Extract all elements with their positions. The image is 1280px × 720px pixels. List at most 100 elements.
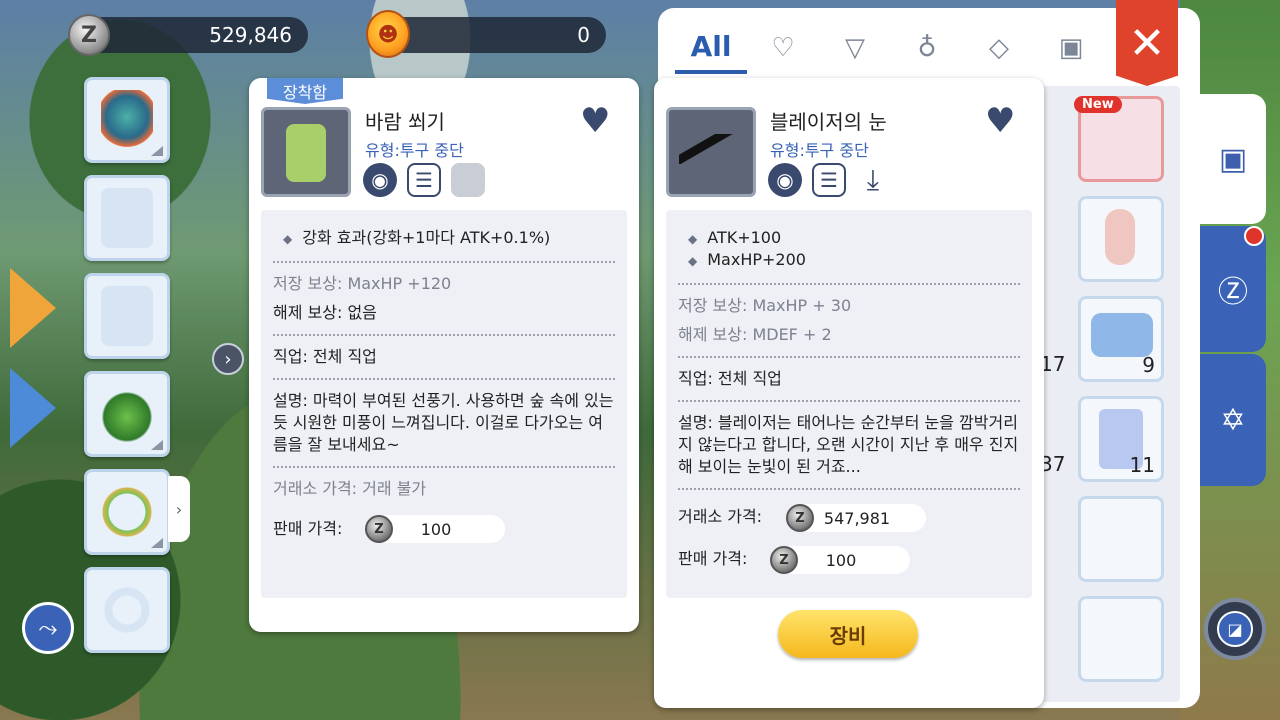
bullet-icon: ◆ [688, 254, 698, 268]
download-icon[interactable]: ⤓ [856, 163, 890, 197]
item-thumbnail [261, 107, 351, 197]
inventory-slot[interactable]: 11 [1078, 396, 1164, 482]
preview-eye-icon[interactable]: ◉ [768, 163, 802, 197]
zeny-coin-icon: Z [68, 14, 110, 56]
cape-icon [101, 286, 153, 346]
item-type: 유형:투구 중단 [770, 141, 869, 160]
tab-cosmetics[interactable]: ▣ [1035, 22, 1107, 74]
divider [678, 488, 1020, 490]
equip-button[interactable]: 장비 [778, 610, 918, 658]
bullet-icon: ◆ [688, 232, 698, 246]
unlock-reward: 해제 보상: MDEF + 2 [678, 325, 832, 344]
divider [678, 356, 1020, 358]
item-actions: ◉ ☰ [363, 163, 485, 197]
divider [273, 466, 615, 468]
shield-icon [101, 90, 153, 150]
equip-slot-armor[interactable] [84, 175, 170, 261]
divider [678, 400, 1020, 402]
zeny-coin-icon: Z [770, 546, 798, 574]
magic-circle-tab[interactable]: ✡ [1200, 354, 1266, 486]
tab-equipment[interactable]: ▽ [819, 22, 891, 74]
stat-atk: ATK+100 [707, 228, 782, 247]
heart-outline-icon: ♡ [771, 33, 795, 63]
store-reward: 저장 보상: MaxHP + 30 [678, 296, 852, 315]
notification-dot [1244, 226, 1264, 246]
equipped-tag: 장착함 [267, 78, 343, 104]
tab-consumables[interactable]: ♁ [891, 22, 963, 74]
ring-icon [101, 580, 153, 640]
next-arrow-button[interactable]: › [212, 343, 244, 375]
expand-equip-button[interactable]: › [168, 476, 190, 542]
item-thumbnail [666, 107, 756, 197]
close-button[interactable]: ✕ [1116, 0, 1178, 86]
divider [678, 283, 1020, 285]
item-actions: ◉ ☰ ⤓ [768, 163, 890, 197]
boots-icon [101, 384, 153, 444]
details-doc-icon[interactable]: ☰ [407, 163, 441, 197]
inventory-tabs: All ♡ ▽ ♁ ◇ ▣ [675, 22, 1107, 76]
item-info-box: ◆ 강화 효과(강화+1마다 ATK+0.1%) 저장 보상: MaxHP +12… [261, 210, 627, 598]
cat-coin-icon: ☻ [366, 10, 410, 58]
share-button[interactable]: ⤳ [22, 602, 74, 654]
bullet-icon: ◆ [283, 232, 293, 246]
equip-slot-necklace[interactable] [84, 469, 170, 555]
divider [273, 378, 615, 380]
sort-icon: ◪ [1217, 611, 1253, 647]
tab-favorites[interactable]: ♡ [747, 22, 819, 74]
necklace-icon [101, 482, 153, 542]
store-reward: 저장 보상: MaxHP +120 [273, 274, 452, 293]
potion-icon: ♁ [917, 33, 937, 63]
exchange-price: 거래소 가격: 거래 불가 [273, 479, 427, 498]
item-name: 바람 쐬기 [365, 110, 445, 134]
backpack-icon: ▣ [1218, 141, 1248, 177]
divider [273, 261, 615, 263]
zeny-amount: 529,846 [209, 23, 292, 47]
tab-cards[interactable]: ◇ [963, 22, 1035, 74]
details-doc-icon[interactable]: ☰ [812, 163, 846, 197]
bag-tab[interactable]: ▣ [1200, 94, 1266, 224]
tab-all[interactable]: All [675, 22, 747, 74]
item-info-box: ◆ ATK+100 ◆ MaxHP+200 저장 보상: MaxHP + 30 해제… [666, 210, 1032, 598]
job-requirement: 직업: 전체 직업 [273, 347, 377, 366]
new-badge: New [1074, 96, 1122, 113]
inventory-slot[interactable] [1078, 596, 1164, 682]
item-description: 설명: 마력이 부여된 선풍기. 사용하면 숲 속에 있는 듯 시원한 미풍이 … [273, 391, 614, 454]
unlock-reward: 해제 보상: 없음 [273, 303, 377, 322]
stat-maxhp: MaxHP+200 [707, 250, 806, 269]
eyes-icon [679, 134, 745, 164]
job-requirement: 직업: 전체 직업 [678, 369, 782, 388]
unequip-disabled-icon [451, 163, 485, 197]
item-type: 유형:투구 중단 [365, 141, 464, 160]
face-icon: ▣ [1058, 33, 1084, 63]
equip-slot-ring[interactable] [84, 567, 170, 653]
preview-eye-icon[interactable]: ◉ [363, 163, 397, 197]
zeny-coin-icon: Z [786, 504, 814, 532]
item-name: 블레이저의 눈 [770, 110, 887, 134]
exchange-price: 547,981 [823, 508, 891, 528]
zeny-coin-icon: Z [365, 515, 393, 543]
sell-price: 100 [420, 519, 452, 539]
inventory-slot[interactable] [1078, 496, 1164, 582]
armor-icon [101, 188, 153, 248]
hexagram-icon: ✡ [1220, 402, 1246, 438]
close-icon: ✕ [1128, 17, 1166, 69]
equip-slot-cape[interactable] [84, 273, 170, 359]
equip-slot-boots[interactable] [84, 371, 170, 457]
cash-amount: 0 [577, 23, 590, 47]
inventory-slot[interactable]: 9 [1078, 296, 1164, 382]
sort-button[interactable]: ◪ [1204, 598, 1266, 660]
money-bag-icon: Ⓩ [1218, 275, 1248, 310]
inventory-slot[interactable] [1078, 196, 1164, 282]
item-icon [1091, 313, 1153, 357]
item-icon [1105, 209, 1135, 265]
diamond-icon: ◇ [989, 33, 1009, 63]
shirt-icon: ▽ [845, 33, 865, 63]
favorite-heart-icon[interactable]: ♥ [985, 104, 1015, 138]
divider [273, 334, 615, 336]
fan-icon [286, 124, 326, 182]
sell-price: 100 [825, 550, 857, 570]
item-description: 설명: 블레이저는 태어나는 순간부터 눈을 깜박거리지 않는다고 합니다, 오… [678, 413, 1019, 476]
refine-effect: 강화 효과(강화+1마다 ATK+0.1%) [302, 228, 551, 247]
favorite-heart-icon[interactable]: ♥ [580, 104, 610, 138]
equip-slot-shield[interactable] [84, 77, 170, 163]
